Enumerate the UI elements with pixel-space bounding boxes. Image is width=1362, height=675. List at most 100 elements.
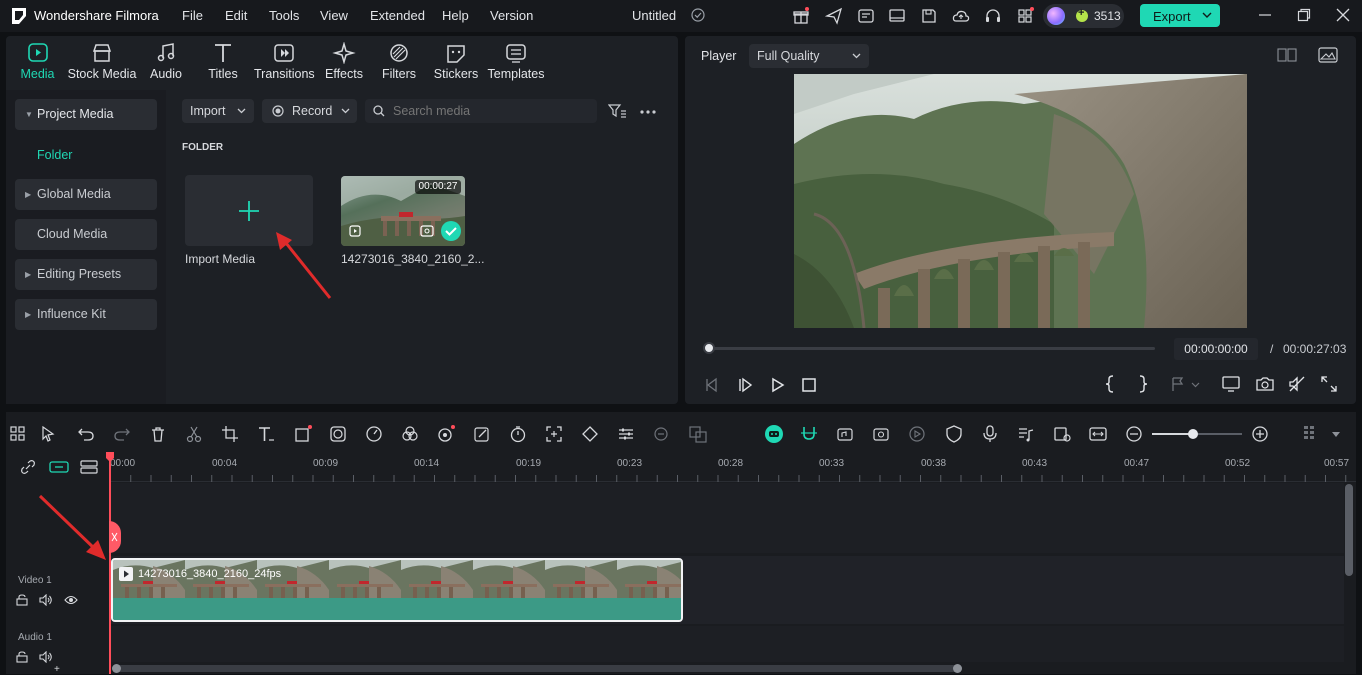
fit-width-icon[interactable] (1089, 425, 1107, 443)
undo-icon[interactable] (77, 425, 95, 443)
menu-version[interactable]: Version (490, 8, 533, 23)
speaker-icon[interactable] (39, 594, 53, 606)
split-scissors-icon[interactable] (185, 425, 203, 443)
snapshot-image-icon[interactable] (1318, 47, 1338, 63)
credits-badge[interactable]: + 3513 (1043, 4, 1124, 28)
tab-audio[interactable]: Audio (146, 42, 186, 81)
menu-file[interactable]: File (182, 8, 203, 23)
mark-out-icon[interactable] (1138, 375, 1148, 393)
playhead-split-tab[interactable] (109, 521, 121, 553)
fullscreen-expand-icon[interactable] (1321, 376, 1337, 392)
headset-support-icon[interactable] (984, 7, 1002, 25)
add-track-icon[interactable] (80, 459, 98, 475)
adjust-sliders-icon[interactable] (617, 425, 635, 443)
chevron-down-icon[interactable] (1332, 432, 1340, 437)
timeline-video-clip[interactable]: 14273016_3840_2160_24fps (111, 558, 683, 622)
keyframe-icon[interactable] (581, 425, 599, 443)
chevron-down-icon[interactable] (1191, 382, 1200, 388)
menu-view[interactable]: View (320, 8, 348, 23)
sidebar-item-influence-kit[interactable]: ▶ Influence Kit (15, 299, 157, 330)
tab-templates[interactable]: Templates (487, 42, 545, 81)
snap-magnet-icon[interactable] (800, 425, 818, 443)
link-clips-icon[interactable] (49, 460, 69, 474)
layout-grid-icon[interactable] (9, 425, 27, 443)
mute-volume-icon[interactable] (1288, 376, 1306, 392)
import-dropdown[interactable]: Import (182, 99, 254, 123)
search-input[interactable] (393, 102, 583, 120)
tab-media[interactable]: Media (15, 42, 60, 81)
apps-grid-icon[interactable] (1016, 7, 1034, 25)
sidebar-item-folder[interactable]: Folder (37, 148, 72, 162)
gift-icon[interactable] (792, 7, 810, 25)
microphone-icon[interactable] (981, 425, 999, 443)
silence-detect-icon[interactable] (652, 425, 670, 443)
lock-icon[interactable] (16, 651, 28, 663)
select-pointer-icon[interactable] (40, 425, 58, 443)
tab-effects[interactable]: Effects (322, 42, 366, 81)
search-media-field[interactable] (365, 99, 597, 123)
audio-track-icon[interactable] (1017, 425, 1035, 443)
sidebar-item-global-media[interactable]: ▶ Global Media (15, 179, 157, 210)
media-clip-thumbnail[interactable]: 00:00:27 (341, 176, 465, 246)
playhead-line[interactable] (109, 452, 111, 674)
track-layout-icon[interactable] (1302, 425, 1320, 443)
speed-gauge-icon[interactable] (365, 425, 383, 443)
display-monitor-icon[interactable] (1222, 376, 1240, 392)
tab-transitions[interactable]: Transitions (254, 42, 315, 81)
current-time-field[interactable]: 00:00:00:00 (1174, 338, 1258, 360)
record-dropdown[interactable]: Record (262, 99, 357, 123)
audio-track-lane[interactable] (110, 626, 1344, 662)
crop-icon[interactable] (221, 425, 239, 443)
render-preview-icon[interactable] (908, 425, 926, 443)
cloud-upload-icon[interactable] (952, 7, 970, 25)
eye-visibility-icon[interactable] (64, 595, 78, 605)
stop-icon[interactable] (802, 378, 816, 392)
vertical-scrollbar-thumb[interactable] (1345, 484, 1353, 576)
menu-tools[interactable]: Tools (269, 8, 299, 23)
empty-track-area[interactable] (110, 483, 1344, 553)
camera-snapshot-icon[interactable] (1256, 376, 1274, 392)
horizontal-scrollbar-thumb[interactable] (112, 664, 962, 673)
tab-titles[interactable]: Titles (203, 42, 243, 81)
add-audio-track-icon[interactable]: + (54, 664, 60, 675)
tab-stickers[interactable]: Stickers (432, 42, 480, 81)
ai-copilot-icon[interactable] (764, 424, 784, 444)
auto-reframe-icon[interactable] (545, 425, 563, 443)
delete-trash-icon[interactable] (149, 425, 167, 443)
minimize-icon[interactable] (1258, 8, 1272, 22)
compare-view-icon[interactable] (1277, 48, 1297, 62)
menu-edit[interactable]: Edit (225, 8, 247, 23)
audio-sync-icon[interactable] (836, 425, 854, 443)
zoom-in-icon[interactable] (1251, 425, 1269, 443)
sidebar-item-cloud-media[interactable]: Cloud Media (15, 219, 157, 250)
prev-frame-icon[interactable] (704, 377, 720, 393)
playback-scrubber-handle[interactable] (703, 342, 715, 354)
ai-tools-icon[interactable] (437, 425, 455, 443)
mask-icon[interactable] (329, 425, 347, 443)
menu-help[interactable]: Help (442, 8, 469, 23)
shape-rectangle-icon[interactable] (294, 425, 312, 443)
text-title-icon[interactable] (257, 425, 275, 443)
close-icon[interactable] (1336, 8, 1350, 22)
maximize-icon[interactable] (1297, 8, 1311, 22)
play-icon[interactable] (770, 377, 786, 393)
speaker-icon[interactable] (39, 651, 53, 663)
mark-in-icon[interactable] (1105, 375, 1115, 393)
play-next-frame-icon[interactable] (737, 377, 753, 393)
tab-filters[interactable]: Filters (379, 42, 419, 81)
edit-pen-icon[interactable] (473, 425, 491, 443)
quality-dropdown[interactable]: Full Quality (749, 44, 869, 68)
save-icon[interactable] (920, 7, 938, 25)
templates-library-icon[interactable] (857, 7, 875, 25)
replace-media-icon[interactable] (1053, 425, 1071, 443)
screen-icon[interactable] (888, 7, 906, 25)
sidebar-item-project-media[interactable]: ▼ Project Media (15, 99, 157, 130)
menu-extended[interactable]: Extended (370, 8, 425, 23)
color-wheels-icon[interactable] (401, 425, 419, 443)
zoom-slider-handle[interactable] (1187, 429, 1198, 439)
avatar[interactable] (1047, 7, 1065, 25)
sidebar-item-editing-presets[interactable]: ▶ Editing Presets (15, 259, 157, 290)
scrollbar-handle-right[interactable] (953, 664, 962, 673)
export-button[interactable]: Export (1140, 4, 1220, 27)
ai-video-icon[interactable] (872, 425, 890, 443)
